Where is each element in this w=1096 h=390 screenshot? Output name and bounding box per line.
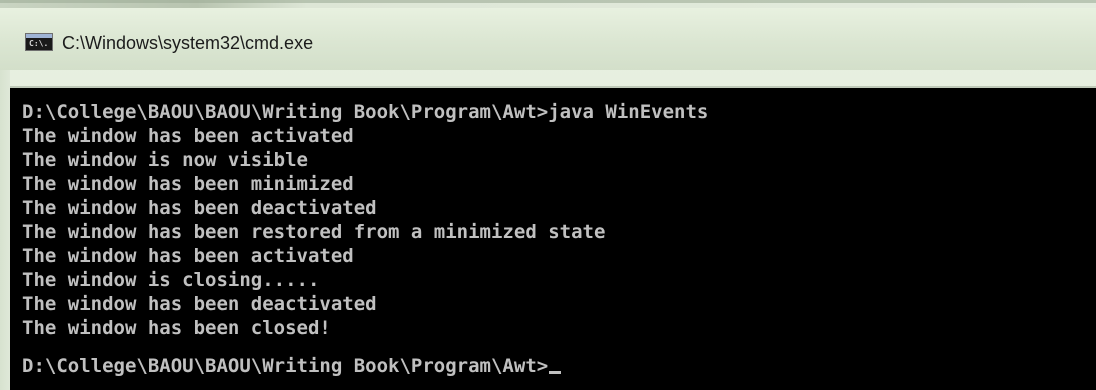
console-area[interactable]: D:\College\BAOU\BAOU\Writing Book\Progra… (10, 88, 1096, 390)
top-edge-shadow (0, 0, 1096, 3)
prompt-text: D:\College\BAOU\BAOU\Writing Book\Progra… (22, 355, 549, 377)
window-title: C:\Windows\system32\cmd.exe (62, 33, 314, 53)
title-bar[interactable]: C:\. C:\Windows\system32\cmd.exe (0, 8, 1096, 70)
window-left-frame (0, 70, 10, 390)
console-output: D:\College\BAOU\BAOU\Writing Book\Progra… (22, 100, 708, 378)
output-line: The window is now visible (22, 149, 308, 171)
cmd-window: C:\. C:\Windows\system32\cmd.exe D:\Coll… (0, 0, 1096, 390)
output-line: The window has been minimized (22, 173, 354, 195)
output-line: The window has been restored from a mini… (22, 221, 606, 243)
cmd-icon[interactable]: C:\. (25, 33, 53, 51)
output-line: The window has been closed! (22, 317, 331, 339)
output-line: The window has been deactivated (22, 293, 377, 315)
window-top-edge (0, 0, 1096, 8)
text-cursor (549, 371, 562, 374)
cmd-icon-text: C:\. (29, 39, 49, 48)
output-line: The window has been activated (22, 125, 354, 147)
prompt-line: D:\College\BAOU\BAOU\Writing Book\Progra… (22, 354, 708, 378)
cmd-icon-bar (26, 34, 52, 38)
output-line: The window has been deactivated (22, 197, 377, 219)
output-line: The window is closing..... (22, 269, 320, 291)
blank-line (22, 340, 708, 354)
output-line: The window has been activated (22, 245, 354, 267)
command-line: D:\College\BAOU\BAOU\Writing Book\Progra… (22, 101, 709, 123)
